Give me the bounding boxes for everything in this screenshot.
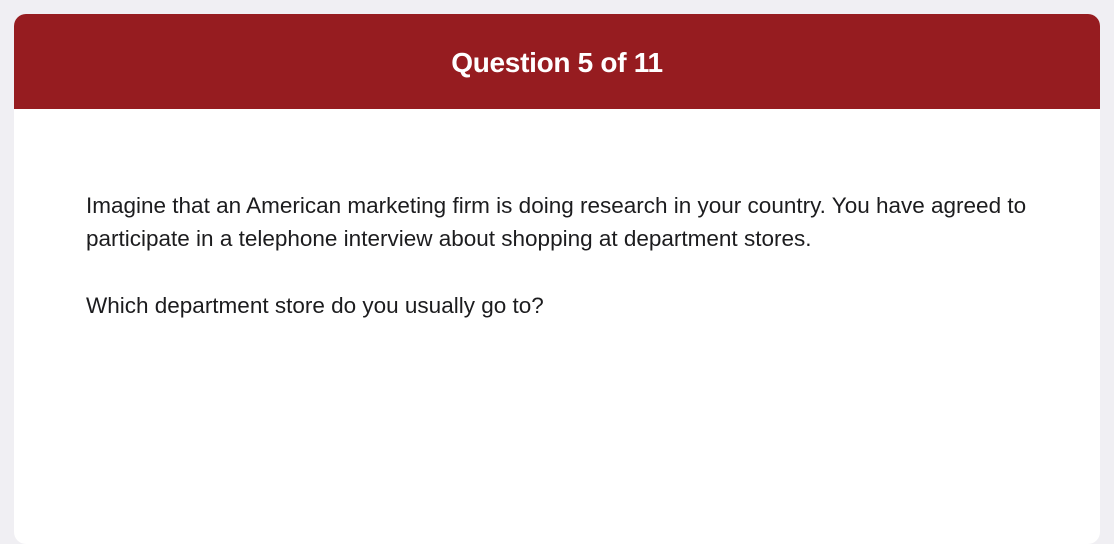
- question-counter-title: Question 5 of 11: [451, 46, 663, 78]
- question-body: Imagine that an American marketing firm …: [14, 109, 1100, 322]
- question-scenario-text: Imagine that an American marketing firm …: [86, 193, 1027, 251]
- question-prompt-text: Which department store do you usually go…: [86, 293, 544, 318]
- question-card: Question 5 of 11 Imagine that an America…: [14, 14, 1100, 544]
- question-header: Question 5 of 11: [14, 14, 1100, 109]
